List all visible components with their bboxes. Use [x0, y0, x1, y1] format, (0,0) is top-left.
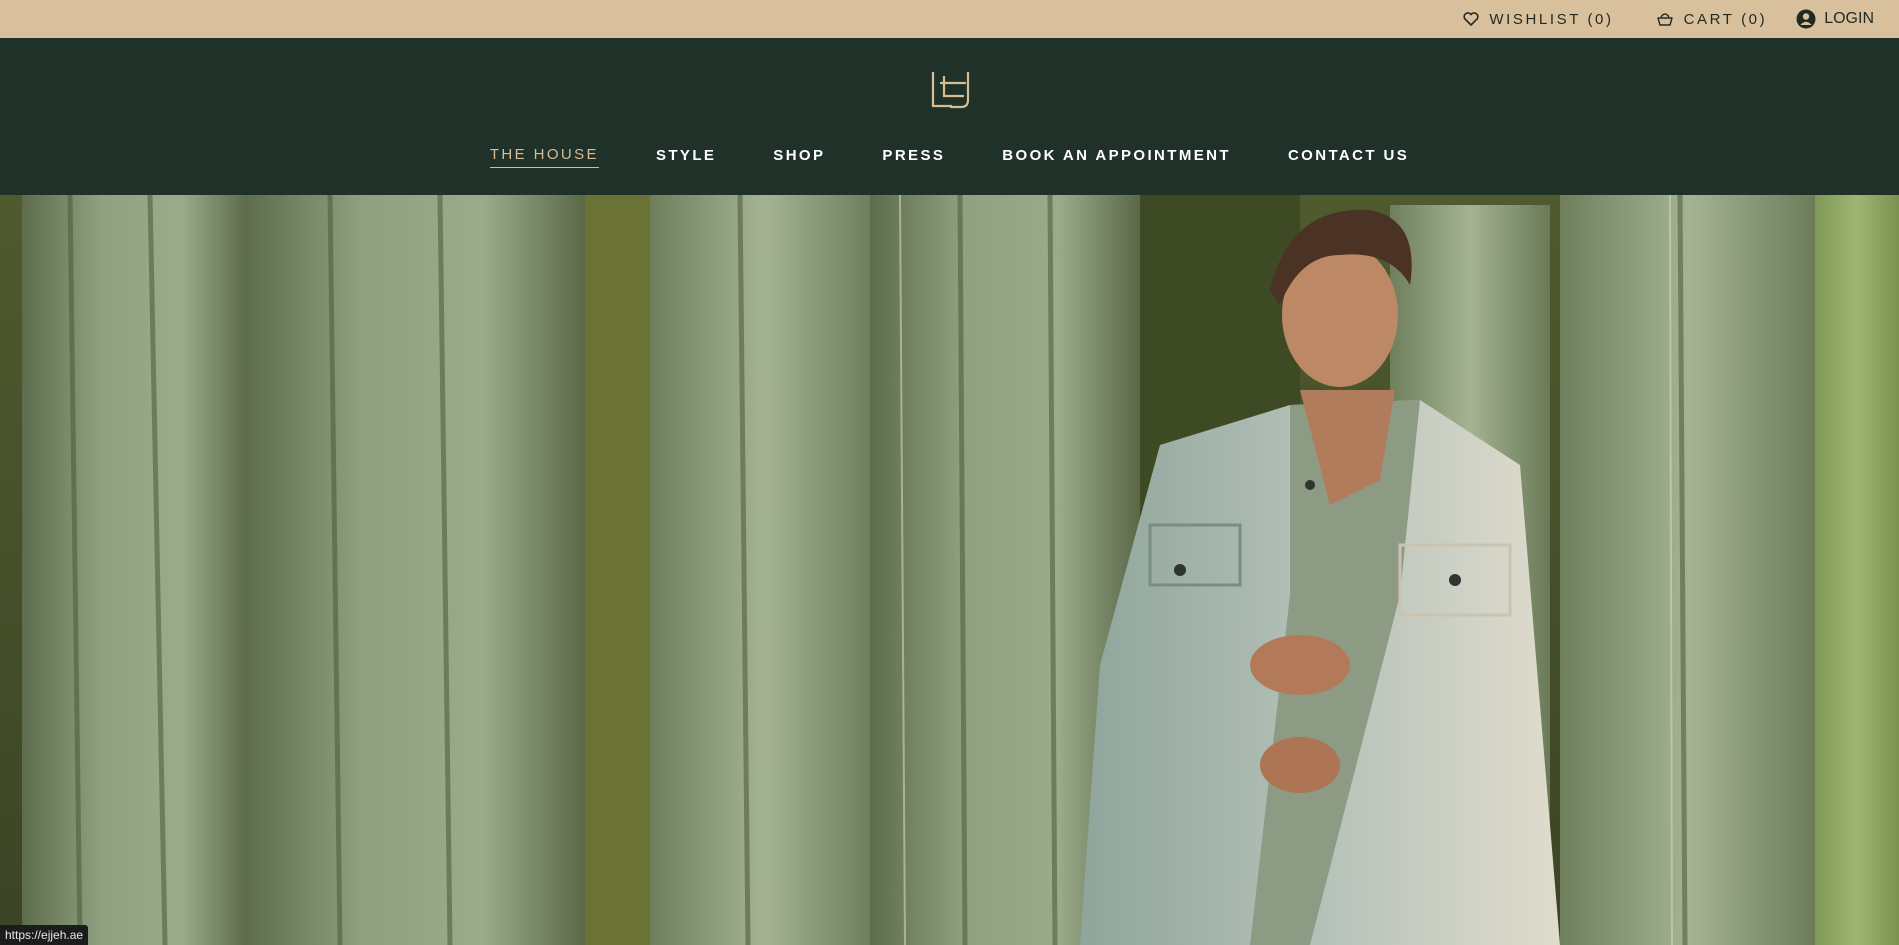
login-label: LOGIN [1824, 10, 1874, 27]
nav-contact-us[interactable]: CONTACT US [1288, 147, 1409, 168]
nav-style[interactable]: STYLE [656, 147, 716, 168]
heart-icon [1463, 12, 1479, 26]
user-icon [1796, 9, 1816, 29]
hero-photo [0, 195, 1899, 945]
nav-the-house[interactable]: THE HOUSE [489, 146, 599, 168]
top-utility-bar: WISHLIST (0) CART (0) LOGIN [0, 0, 1899, 38]
status-url-tooltip: https://ejjeh.ae [0, 925, 89, 945]
site-header: THE HOUSE STYLE SHOP PRESS BOOK AN APPOI… [0, 38, 1899, 195]
brand-logo[interactable] [930, 70, 972, 110]
wishlist-label: WISHLIST (0) [1489, 10, 1614, 28]
basket-icon [1656, 13, 1673, 26]
cart-label: CART (0) [1683, 10, 1768, 28]
hero-image [0, 195, 1899, 945]
cart-link[interactable]: CART (0) [1656, 11, 1768, 28]
main-nav: THE HOUSE STYLE SHOP PRESS BOOK AN APPOI… [0, 146, 1899, 168]
login-link[interactable]: LOGIN [1796, 9, 1874, 29]
nav-shop[interactable]: SHOP [773, 147, 825, 168]
ej-monogram-logo-icon [931, 72, 970, 109]
nav-press[interactable]: PRESS [882, 147, 945, 168]
wishlist-link[interactable]: WISHLIST (0) [1463, 11, 1613, 28]
nav-book-appointment[interactable]: BOOK AN APPOINTMENT [1002, 147, 1231, 168]
